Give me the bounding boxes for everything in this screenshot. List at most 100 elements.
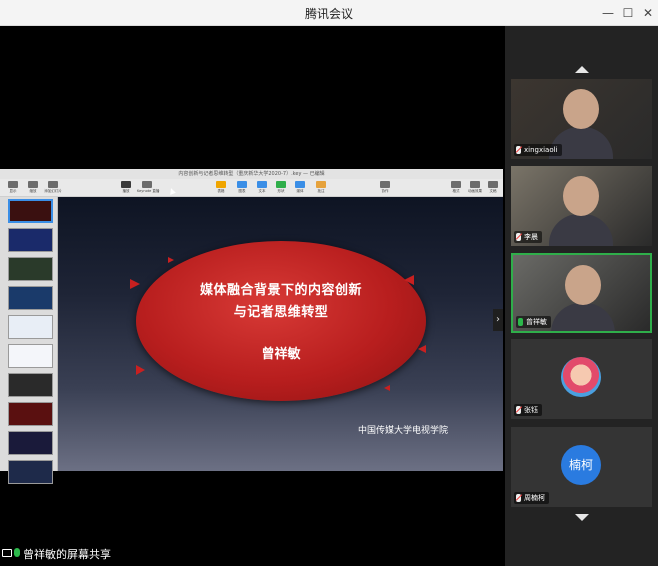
toolbar-item[interactable]: 批注 bbox=[312, 181, 330, 195]
slide-thumbnail[interactable] bbox=[8, 431, 53, 455]
participant-video-body bbox=[551, 303, 615, 331]
decor-triangle bbox=[418, 345, 426, 353]
toolbar-icon bbox=[470, 181, 480, 188]
participant-tile[interactable]: 张钰 bbox=[511, 339, 652, 419]
slide-thumbnail[interactable] bbox=[8, 402, 53, 426]
minimize-button[interactable]: — bbox=[598, 3, 618, 23]
close-button[interactable]: ✕ bbox=[638, 3, 658, 23]
current-slide: 媒体融合背景下的内容创新 与记者思维转型 曾祥敏 中国传媒大学电视学院 bbox=[58, 197, 503, 471]
toolbar-label: 显示 bbox=[9, 189, 17, 193]
mic-active-icon bbox=[518, 318, 523, 326]
screen-share-label: 曾祥敏的屏幕共享 bbox=[23, 548, 111, 561]
participant-tile[interactable]: 曾祥敏 bbox=[511, 253, 652, 333]
decor-triangle bbox=[130, 279, 140, 289]
participant-name-tag: 张钰 bbox=[514, 404, 542, 416]
slide-thumbnail[interactable] bbox=[8, 460, 53, 484]
toolbar-item[interactable]: 文本 bbox=[253, 181, 271, 195]
avatar-initials: 楠柯 bbox=[568, 458, 593, 472]
toolbar-item[interactable]: 图表 bbox=[233, 181, 251, 195]
next-slide-button[interactable]: › bbox=[493, 309, 503, 331]
participant-name-tag: 李晨 bbox=[514, 231, 542, 243]
toolbar-item[interactable]: 缩放 bbox=[24, 181, 42, 195]
toolbar-icon bbox=[295, 181, 305, 188]
toolbar-icon bbox=[488, 181, 498, 188]
toolbar-label: 动画效果 bbox=[468, 189, 482, 193]
toolbar-icon bbox=[316, 181, 326, 188]
toolbar-icon bbox=[8, 181, 18, 188]
participant-video bbox=[563, 176, 599, 216]
participant-tile[interactable]: xingxiaoli bbox=[511, 79, 652, 159]
mic-muted-icon bbox=[516, 233, 521, 241]
keynote-window-title: 内容创新与记者思维转型（重庆新华大学2020-7）.key — 已编辑 bbox=[0, 169, 503, 179]
toolbar-icon bbox=[276, 181, 286, 188]
keynote-toolbar: 显示 缩放 添加幻灯片 播放 Keynote 直播 表格 图表 文本 形状 媒体 批注 协作 格式 动画效… bbox=[0, 179, 503, 197]
slide-thumbnail-panel[interactable] bbox=[0, 197, 58, 484]
participant-avatar bbox=[561, 357, 601, 397]
toolbar-icon bbox=[142, 181, 152, 188]
toolbar-label: 缩放 bbox=[29, 189, 37, 193]
window-titlebar: 腾讯会议 — ☐ ✕ bbox=[0, 0, 658, 26]
participant-tile[interactable]: 李晨 bbox=[511, 166, 652, 246]
participant-name-tag: xingxiaoli bbox=[514, 144, 562, 156]
toolbar-item[interactable]: 表格 bbox=[212, 181, 230, 195]
screen-share-status: 曾祥敏的屏幕共享 bbox=[0, 545, 200, 563]
participant-video bbox=[563, 89, 599, 129]
toolbar-icon bbox=[48, 181, 58, 188]
screen-share-icon bbox=[2, 549, 12, 557]
mic-muted-icon bbox=[516, 406, 521, 414]
toolbar-item[interactable]: 播放 bbox=[117, 181, 135, 195]
toolbar-item[interactable]: 形状 bbox=[272, 181, 290, 195]
maximize-button[interactable]: ☐ bbox=[618, 3, 638, 23]
toolbar-label: 格式 bbox=[452, 189, 460, 193]
toolbar-item[interactable]: 动画效果 bbox=[466, 181, 484, 195]
toolbar-item[interactable]: 协作 bbox=[376, 181, 394, 195]
window-title: 腾讯会议 bbox=[304, 7, 353, 21]
toolbar-label: 图表 bbox=[238, 189, 246, 193]
toolbar-label: 协作 bbox=[381, 189, 389, 193]
toolbar-label: 播放 bbox=[122, 189, 130, 193]
toolbar-item[interactable]: Keynote 直播 bbox=[137, 181, 159, 195]
toolbar-icon bbox=[451, 181, 461, 188]
toolbar-icon bbox=[380, 181, 390, 188]
toolbar-label: 添加幻灯片 bbox=[44, 189, 62, 193]
slide-title-line1: 媒体融合背景下的内容创新 bbox=[199, 283, 362, 298]
title-ellipse bbox=[136, 241, 426, 401]
participant-sidebar: xingxiaoli 李晨曾祥敏张钰楠柯 周楠柯 bbox=[505, 26, 658, 566]
participant-name: 曾祥敏 bbox=[526, 318, 547, 326]
slide-thumbnail[interactable] bbox=[8, 286, 53, 310]
participant-name-tag: 曾祥敏 bbox=[516, 316, 551, 328]
shared-screen-stage: 内容创新与记者思维转型（重庆新华大学2020-7）.key — 已编辑 显示 缩放… bbox=[0, 26, 505, 566]
slide-thumbnail[interactable] bbox=[8, 344, 53, 368]
toolbar-item[interactable]: 文稿 bbox=[484, 181, 502, 195]
slide-thumbnail[interactable] bbox=[8, 373, 53, 397]
toolbar-item[interactable]: 媒体 bbox=[291, 181, 309, 195]
slide-thumbnail[interactable] bbox=[8, 228, 53, 252]
toolbar-label: 媒体 bbox=[296, 189, 304, 193]
participant-avatar: 楠柯 bbox=[561, 445, 601, 485]
slide-institution: 中国传媒大学电视学院 bbox=[358, 426, 449, 436]
toolbar-item[interactable]: 格式 bbox=[447, 181, 465, 195]
participant-tile[interactable]: 楠柯 周楠柯 bbox=[511, 427, 652, 507]
toolbar-item[interactable]: 添加幻灯片 bbox=[44, 181, 62, 195]
toolbar-label: 表格 bbox=[217, 189, 225, 193]
toolbar-icon bbox=[257, 181, 267, 188]
toolbar-label: 文稿 bbox=[489, 189, 497, 193]
mic-muted-icon bbox=[516, 494, 521, 502]
toolbar-icon bbox=[121, 181, 131, 188]
slide-thumbnail[interactable] bbox=[8, 257, 53, 281]
shared-keynote-window: 内容创新与记者思维转型（重庆新华大学2020-7）.key — 已编辑 显示 缩放… bbox=[0, 169, 503, 484]
slide-thumbnail[interactable] bbox=[8, 199, 53, 223]
slide-title-line2: 与记者思维转型 bbox=[233, 305, 329, 320]
slide-thumbnail[interactable] bbox=[8, 315, 53, 339]
scroll-up-icon[interactable] bbox=[575, 66, 589, 73]
scroll-down-icon[interactable] bbox=[575, 514, 589, 521]
participant-name: 李晨 bbox=[524, 233, 538, 241]
toolbar-label: 文本 bbox=[258, 189, 266, 193]
microphone-icon bbox=[14, 548, 20, 557]
participant-name: 张钰 bbox=[524, 406, 538, 414]
toolbar-icon bbox=[237, 181, 247, 188]
toolbar-label: 批注 bbox=[317, 189, 325, 193]
participant-video-body bbox=[549, 214, 613, 246]
toolbar-icon bbox=[28, 181, 38, 188]
toolbar-item[interactable]: 显示 bbox=[4, 181, 22, 195]
